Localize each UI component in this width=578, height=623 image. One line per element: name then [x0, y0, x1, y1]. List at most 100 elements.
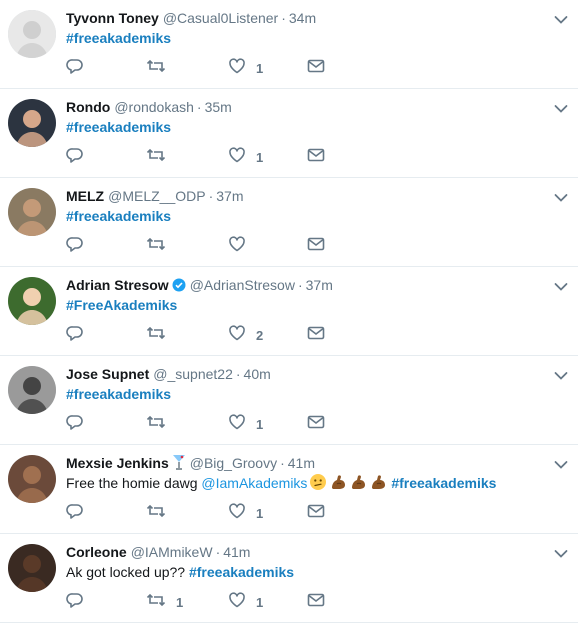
timestamp[interactable]: 41m	[223, 544, 250, 560]
direct-message-button[interactable]	[307, 592, 325, 612]
retweet-button[interactable]	[146, 236, 176, 256]
direct-message-button[interactable]	[307, 503, 325, 523]
user-handle[interactable]: @_supnet22	[153, 366, 233, 382]
chevron-down-icon[interactable]	[554, 190, 568, 202]
like-count: 1	[256, 416, 264, 432]
reply-button[interactable]	[66, 58, 94, 78]
confused-face-icon	[309, 473, 327, 496]
user-name[interactable]: Adrian Stresow	[66, 277, 169, 293]
tweet[interactable]: Mexsie Jenkins @Big_Groovy · 41m Free the ho…	[0, 445, 578, 534]
user-name[interactable]: Tyvonn Toney	[66, 10, 159, 26]
tweet-actions: 11	[66, 591, 336, 612]
timestamp[interactable]: 35m	[205, 99, 232, 115]
user-name[interactable]: Jose Supnet	[66, 366, 149, 382]
direct-message-button[interactable]	[307, 58, 325, 78]
timestamp[interactable]: 41m	[288, 455, 315, 471]
retweet-button[interactable]	[146, 58, 176, 78]
retweet-count: 1	[176, 594, 184, 610]
retweet-button[interactable]	[146, 147, 176, 167]
separator-dot: ·	[235, 366, 241, 382]
reply-button[interactable]	[66, 414, 94, 434]
user-handle[interactable]: @IAMmikeW	[131, 544, 213, 560]
tweet[interactable]: Rondo @rondokash · 35m #freeakademiks 1	[0, 89, 578, 178]
tweet[interactable]: Jose Supnet @_supnet22 · 40m #freeakademiks 1	[0, 356, 578, 445]
timestamp[interactable]: 37m	[216, 188, 243, 204]
retweet-button[interactable]	[146, 325, 176, 345]
timestamp[interactable]: 40m	[244, 366, 271, 382]
tweet[interactable]: Corleone @IAMmikeW · 41m Ak got locked up?? …	[0, 534, 578, 623]
tweet-text: Free the homie dawg @IamAkademiks #freea…	[66, 473, 496, 496]
user-name[interactable]: MELZ	[66, 188, 104, 204]
hashtag-link[interactable]: #freeakademiks	[66, 30, 171, 46]
like-button[interactable]: 1	[228, 57, 263, 78]
like-button[interactable]	[228, 235, 256, 256]
timestamp[interactable]: 34m	[289, 10, 316, 26]
user-handle[interactable]: @MELZ__ODP	[108, 188, 205, 204]
direct-message-button[interactable]	[307, 414, 325, 434]
hashtag-link[interactable]: #freeakademiks	[66, 386, 171, 402]
avatar[interactable]	[8, 366, 56, 414]
tweet[interactable]: Tyvonn Toney @Casual0Listener · 34m #freeaka…	[0, 0, 578, 89]
reply-button[interactable]	[66, 592, 94, 612]
avatar[interactable]	[8, 188, 56, 236]
retweet-icon	[146, 57, 166, 80]
user-name[interactable]: Corleone	[66, 544, 127, 560]
like-button[interactable]: 1	[228, 502, 263, 525]
user-handle[interactable]: @AdrianStresow	[190, 277, 295, 293]
reply-icon	[66, 413, 84, 436]
hashtag-link[interactable]: #freeakademiks	[189, 564, 294, 580]
reply-button[interactable]	[66, 503, 94, 523]
chevron-down-icon[interactable]	[554, 279, 568, 291]
like-button[interactable]: 1	[228, 146, 263, 167]
envelope-icon	[307, 236, 325, 257]
hashtag-link[interactable]: #freeakademiks	[391, 475, 496, 491]
like-button[interactable]: 1	[228, 413, 264, 434]
envelope-icon	[307, 592, 325, 613]
chevron-down-icon[interactable]	[554, 368, 568, 380]
avatar[interactable]	[8, 544, 56, 592]
user-name[interactable]: Rondo	[66, 99, 110, 115]
avatar[interactable]	[8, 10, 56, 58]
like-button[interactable]: 1	[228, 591, 263, 612]
chevron-down-icon[interactable]	[554, 457, 568, 469]
hashtag-link[interactable]: #FreeAkademiks	[66, 297, 177, 313]
tweet-actions: 1	[66, 146, 336, 167]
chevron-down-icon[interactable]	[554, 101, 568, 113]
reply-button[interactable]	[66, 236, 94, 256]
tweet-text: Ak got locked up?? #freeakademiks	[66, 562, 294, 582]
tweet-text-body: Free the homie dawg	[66, 475, 202, 491]
timestamp[interactable]: 37m	[306, 277, 333, 293]
hashtag-link[interactable]: #freeakademiks	[66, 119, 171, 135]
separator-dot: ·	[196, 99, 202, 115]
tweet[interactable]: Adrian Stresow @AdrianStresow · 37m #FreeAka…	[0, 267, 578, 356]
avatar[interactable]	[8, 277, 56, 325]
envelope-icon	[307, 503, 325, 524]
heart-icon	[228, 502, 246, 525]
chevron-down-icon[interactable]	[554, 546, 568, 558]
cocktail-glass-icon	[172, 454, 186, 474]
tweet[interactable]: MELZ @MELZ__ODP · 37m #freeakademiks	[0, 178, 578, 267]
direct-message-button[interactable]	[307, 147, 325, 167]
reply-button[interactable]	[66, 147, 94, 167]
envelope-icon	[307, 58, 325, 79]
direct-message-button[interactable]	[307, 325, 325, 345]
hashtag-link[interactable]: #freeakademiks	[66, 208, 171, 224]
user-handle[interactable]: @Big_Groovy	[190, 455, 277, 471]
like-button[interactable]: 2	[228, 324, 263, 345]
separator-dot: ·	[280, 455, 285, 471]
retweet-button[interactable]: 1	[146, 592, 183, 612]
retweet-button[interactable]	[146, 414, 176, 434]
retweet-icon	[146, 502, 166, 525]
user-name[interactable]: Mexsie Jenkins	[66, 455, 169, 471]
reply-icon	[66, 324, 84, 347]
user-handle[interactable]: @Casual0Listener	[163, 10, 278, 26]
retweet-button[interactable]	[146, 503, 176, 523]
mention-link[interactable]: @IamAkademiks	[201, 475, 307, 491]
tweet-feed: Tyvonn Toney @Casual0Listener · 34m #freeaka…	[0, 0, 578, 623]
user-handle[interactable]: @rondokash	[114, 99, 194, 115]
chevron-down-icon[interactable]	[554, 12, 568, 24]
reply-button[interactable]	[66, 325, 94, 345]
avatar[interactable]	[8, 455, 56, 503]
avatar[interactable]	[8, 99, 56, 147]
direct-message-button[interactable]	[307, 236, 325, 256]
